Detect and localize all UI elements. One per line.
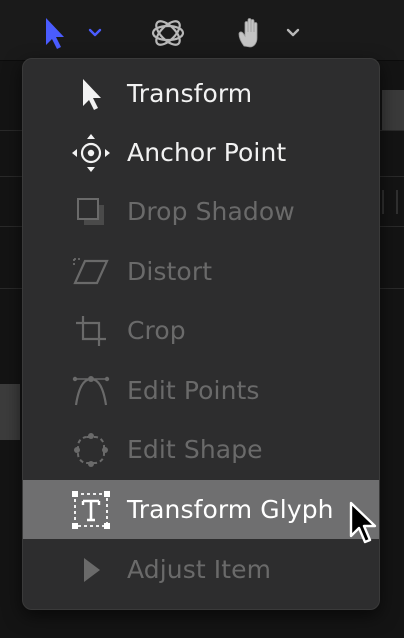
hand-tool-button[interactable] (236, 14, 308, 52)
menu-item-label: Adjust Item (127, 555, 272, 584)
menu-item-label: Edit Shape (127, 435, 263, 464)
transform-glyph-icon (71, 490, 111, 530)
select-tool-button[interactable] (42, 14, 112, 52)
crop-icon (71, 311, 111, 351)
background-resize-handle (382, 190, 398, 214)
select-arrow-icon (42, 15, 68, 51)
anchor-point-icon (71, 133, 111, 173)
menu-item-label: Transform (127, 79, 253, 108)
distort-icon (71, 252, 111, 292)
menu-item-transform[interactable]: Transform (23, 64, 379, 123)
chevron-down-icon (88, 28, 102, 38)
arrow-cursor-icon (71, 74, 111, 114)
orbit-tool-button[interactable] (150, 14, 190, 52)
background-panel (382, 90, 404, 130)
orbit-icon (150, 15, 186, 51)
chevron-down-icon (286, 28, 300, 38)
menu-item-edit-points[interactable]: Edit Points (23, 361, 379, 420)
menu-item-anchor-point[interactable]: Anchor Point (23, 123, 379, 182)
menu-item-label: Crop (127, 316, 186, 345)
menu-item-adjust-item[interactable]: Adjust Item (23, 540, 379, 599)
menu-item-edit-shape[interactable]: Edit Shape (23, 420, 379, 479)
menu-item-label: Drop Shadow (127, 197, 295, 226)
edit-points-icon (71, 371, 111, 411)
canvas-stage: Transform Anchor Point Drop Shadow Disto… (0, 0, 404, 638)
drop-shadow-icon (71, 192, 111, 232)
background-panel (0, 384, 20, 440)
menu-item-distort[interactable]: Distort (23, 242, 379, 301)
menu-item-label: Distort (127, 257, 213, 286)
menu-item-label: Edit Points (127, 376, 260, 405)
adjust-item-icon (71, 550, 111, 590)
menu-item-drop-shadow[interactable]: Drop Shadow (23, 182, 379, 241)
tool-menu: Transform Anchor Point Drop Shadow Disto… (22, 58, 380, 610)
menu-item-label: Anchor Point (127, 138, 287, 167)
edit-shape-icon (71, 430, 111, 470)
hand-icon (236, 16, 268, 50)
menu-item-crop[interactable]: Crop (23, 301, 379, 360)
menu-item-label: Transform Glyph (127, 495, 334, 524)
menu-item-transform-glyph[interactable]: Transform Glyph (23, 480, 379, 539)
